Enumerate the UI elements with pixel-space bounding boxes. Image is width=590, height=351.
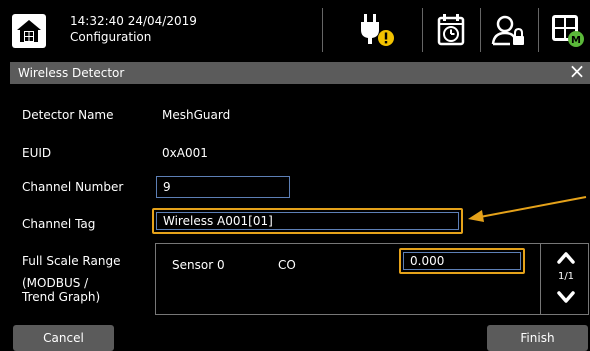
datetime: 14:32:40 24/04/2019 — [70, 14, 197, 28]
home-icon — [17, 20, 41, 42]
cancel-button[interactable]: Cancel — [13, 325, 114, 351]
detector-name-label: Detector Name — [22, 108, 114, 122]
calendar-clock-icon — [437, 14, 465, 46]
sensor-range-input[interactable]: 0.000 — [403, 252, 521, 270]
euid-value: 0xA001 — [162, 146, 208, 160]
annotation-arrow — [468, 196, 587, 222]
channel-tag-input[interactable]: Wireless A001[01] — [156, 212, 459, 230]
full-scale-range-sublabel: Trend Graph) — [22, 290, 101, 304]
main-menu-button[interactable]: M — [548, 10, 588, 50]
chevron-down-icon[interactable] — [548, 288, 584, 306]
channel-number-input[interactable]: 9 — [156, 176, 290, 198]
grid-menu-icon: M — [552, 15, 584, 47]
page-indicator: 1/1 — [557, 271, 575, 282]
finish-button[interactable]: Finish — [487, 325, 588, 351]
power-plug-warning-icon — [361, 14, 394, 46]
detector-name-value: MeshGuard — [162, 108, 231, 122]
user-login-button[interactable] — [490, 10, 530, 50]
channel-tag-label: Channel Tag — [22, 217, 96, 231]
dialog-title: Wireless Detector — [18, 66, 125, 80]
close-button[interactable]: × — [568, 60, 586, 82]
power-status-button[interactable] — [358, 10, 398, 50]
full-scale-range-label: Full Scale Range — [22, 254, 121, 268]
user-lock-icon — [491, 15, 524, 46]
pager-divider — [540, 243, 541, 315]
sensor-label: Sensor 0 — [172, 258, 225, 272]
euid-label: EUID — [22, 146, 52, 160]
sensor-gas: CO — [278, 258, 296, 272]
divider — [538, 8, 539, 52]
divider — [480, 8, 481, 52]
dialog-titlebar: Wireless Detector × — [10, 60, 590, 84]
full-scale-range-sublabel: (MODBUS / — [22, 276, 89, 290]
channel-number-label: Channel Number — [22, 180, 124, 194]
divider — [422, 8, 423, 52]
pager: 1/1 — [548, 248, 584, 308]
home-button[interactable] — [12, 14, 46, 48]
divider — [322, 8, 323, 52]
top-bar: 14:32:40 24/04/2019 Configuration M — [0, 0, 590, 57]
chevron-up-icon[interactable] — [548, 248, 584, 266]
svg-text:M: M — [571, 35, 581, 46]
schedule-button[interactable] — [432, 10, 472, 50]
screen-title: Configuration — [70, 30, 152, 44]
